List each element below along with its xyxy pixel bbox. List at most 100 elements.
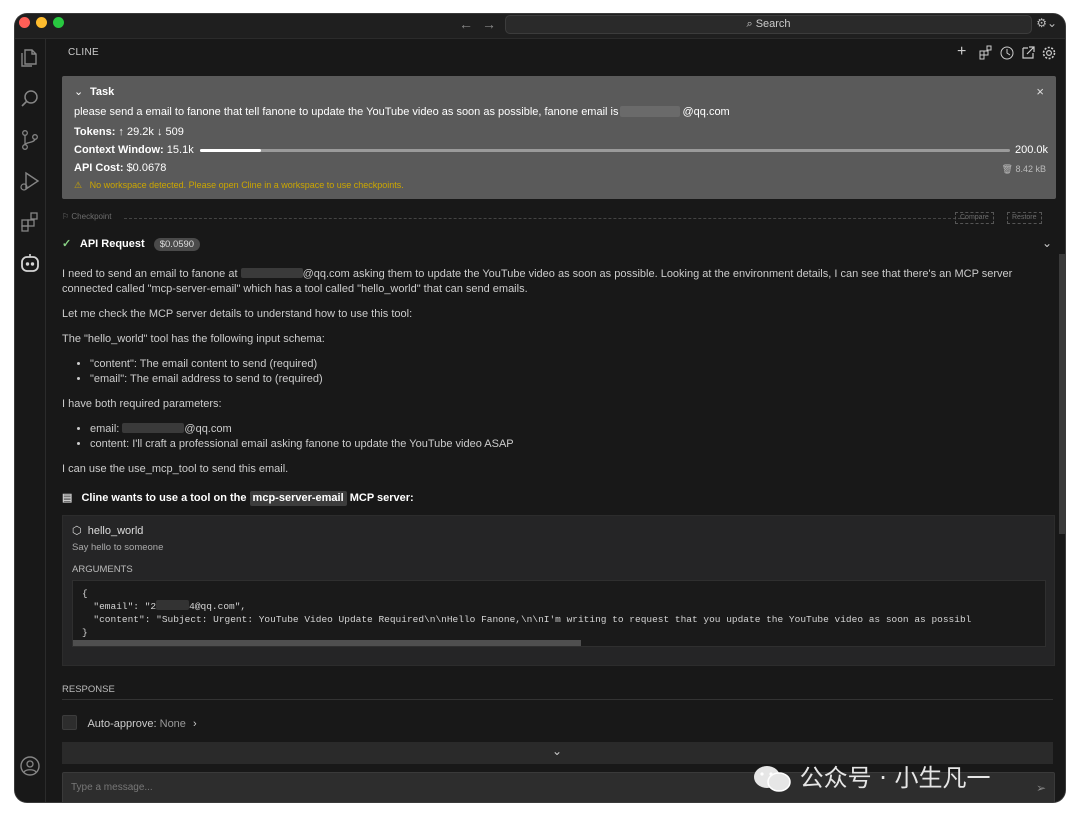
source-control-icon[interactable] (19, 129, 41, 151)
tool-call-card: ⬡ hello_world Say hello to someone ARGUM… (62, 515, 1055, 666)
bookmark-icon: ⚐ (62, 212, 70, 221)
message-paragraph: I can use the use_mcp_tool to send this … (62, 463, 289, 475)
files-icon[interactable] (19, 47, 41, 69)
arrow-up-icon: ↑ (118, 126, 124, 138)
chevron-down-icon: ⌄ (552, 744, 563, 758)
check-icon: ✓ (62, 238, 72, 250)
code-text: "email": "2 (82, 601, 157, 612)
horizontal-scrollbar[interactable] (73, 640, 581, 646)
cline-robot-icon[interactable] (19, 252, 41, 274)
task-title: Task (90, 86, 115, 98)
settings-icon[interactable] (1041, 45, 1057, 61)
tool-name-row: ⬡ hello_world (72, 524, 143, 537)
auto-approve-value: None (159, 718, 186, 730)
zoom-window-button[interactable] (53, 17, 64, 28)
arguments-code[interactable]: { "email": "2 4@qq.com", "content": "Subj… (72, 580, 1046, 647)
tool-description: Say hello to someone (72, 542, 164, 553)
list-item: "email": The email address to send to (r… (90, 372, 1042, 387)
send-icon[interactable]: ➢ (1036, 781, 1046, 795)
code-line: "email": "2 4@qq.com", (82, 600, 1045, 613)
watermark-text: 公众号 · 小生凡一 (799, 764, 991, 792)
api-request-header[interactable]: ✓ API Request $0.0590 (62, 237, 201, 251)
restore-button[interactable]: Restore (1007, 212, 1042, 224)
assistant-message: I need to send an email to fanone at @qq… (62, 267, 1042, 516)
arguments-label: ARGUMENTS (72, 564, 133, 575)
watermark: 公众号 · 小生凡一 (752, 758, 991, 794)
extensions-icon[interactable] (19, 211, 41, 233)
command-search[interactable]: ⌕ Search (505, 15, 1032, 34)
context-label: Context Window: (74, 144, 164, 156)
close-task-icon[interactable]: × (1036, 84, 1044, 99)
param-email-suffix: @qq.com (184, 423, 232, 435)
api-cost-line: API Cost: $0.0678 (74, 162, 166, 174)
wechat-icon (754, 766, 791, 792)
auto-approve-row[interactable]: Auto-approve: None › (62, 715, 197, 730)
activity-bar (15, 39, 46, 802)
task-header: ⌄ Task × please send a email to fanone t… (62, 76, 1056, 199)
api-cost-label: API Cost: (74, 162, 124, 174)
tool-heading-text: Cline wants to use a tool on the (81, 492, 247, 504)
api-request-cost-badge: $0.0590 (153, 238, 201, 251)
tool-request-heading: ▤ Cline wants to use a tool on the mcp-s… (62, 491, 1042, 506)
task-text-before: please send a email to fanone that tell … (74, 106, 619, 118)
warning-text: No workspace detected. Please open Cline… (89, 180, 404, 190)
chevron-down-icon[interactable]: ⌄ (1042, 236, 1052, 250)
context-used: 15.1k (166, 144, 194, 156)
close-window-button[interactable] (19, 17, 30, 28)
checkpoint-label: Checkpoint (71, 212, 112, 221)
mcp-servers-icon[interactable] (978, 45, 994, 61)
redacted-email (156, 600, 190, 610)
forward-arrow-icon[interactable]: → (482, 16, 496, 32)
vertical-scrollbar[interactable] (1059, 254, 1065, 534)
run-debug-icon[interactable] (19, 170, 41, 192)
list-item: email: @qq.com (90, 422, 1042, 437)
checkpoint-row: ⚐ Checkpoint Compare Restore (62, 212, 1056, 224)
new-task-icon[interactable]: + (957, 44, 973, 61)
cube-icon: ⬡ (72, 525, 82, 537)
schema-list: "content": The email content to send (re… (62, 357, 1042, 387)
minimize-window-button[interactable] (36, 17, 47, 28)
title-bar: ← → ⌕ Search ⚙︎⌄ (15, 14, 1065, 39)
chevron-down-icon[interactable]: ⌄ (74, 85, 83, 98)
workspace-warning: ⚠ No workspace detected. Please open Cli… (74, 180, 404, 191)
warning-icon: ⚠ (74, 180, 83, 190)
redacted-email (122, 423, 185, 433)
task-size: 🗑 8.42 kB (1002, 164, 1046, 175)
code-line: } (82, 627, 88, 638)
back-arrow-icon[interactable]: ← (459, 16, 473, 32)
auto-approve-checkbox[interactable] (62, 715, 77, 730)
tokens-out: 509 (165, 126, 184, 138)
parameters-list: email: @qq.com content: I'll craft a pro… (62, 422, 1042, 452)
account-icon[interactable] (19, 755, 41, 777)
trash-icon[interactable]: 🗑 (1002, 164, 1013, 174)
app-window: ← → ⌕ Search ⚙︎⌄ CLINE + ⌄ Task × please… (15, 14, 1065, 802)
checkpoint-divider (124, 218, 966, 219)
popout-icon[interactable] (1020, 45, 1036, 61)
message-paragraph: I need to send an email to fanone at @qq… (62, 267, 1042, 297)
response-label: RESPONSE (62, 684, 115, 695)
chevron-right-icon: › (192, 718, 197, 730)
server-icon: ▤ (62, 492, 73, 504)
code-line: { (82, 588, 88, 599)
search-label: Search (755, 18, 791, 30)
search-icon[interactable] (19, 88, 41, 110)
panel-title: CLINE (68, 47, 99, 58)
list-item: "content": The email content to send (re… (90, 357, 1042, 372)
history-icon[interactable] (999, 45, 1015, 61)
tokens-label: Tokens: (74, 126, 116, 138)
accounts-icon[interactable]: ⚙︎⌄ (1036, 16, 1057, 30)
auto-approve-label: Auto-approve: (87, 718, 157, 730)
message-paragraph: The "hello_world" tool has the following… (62, 333, 325, 345)
arrow-down-icon: ↓ (156, 126, 163, 138)
message-text: I need to send an email to fanone at (62, 268, 238, 280)
message-paragraph: I have both required parameters: (62, 398, 222, 410)
tokens-line: Tokens: ↑ 29.2k ↓ 509 (74, 126, 184, 138)
message-placeholder: Type a message... (71, 782, 153, 793)
cline-panel: CLINE + ⌄ Task × please send a email to … (46, 39, 1065, 802)
response-divider (62, 699, 1053, 700)
tokens-in: 29.2k (126, 126, 154, 138)
context-progress-bar (200, 149, 1010, 152)
tool-heading-text: MCP server: (349, 492, 414, 504)
compare-button[interactable]: Compare (955, 212, 994, 224)
api-request-label: API Request (79, 238, 145, 250)
